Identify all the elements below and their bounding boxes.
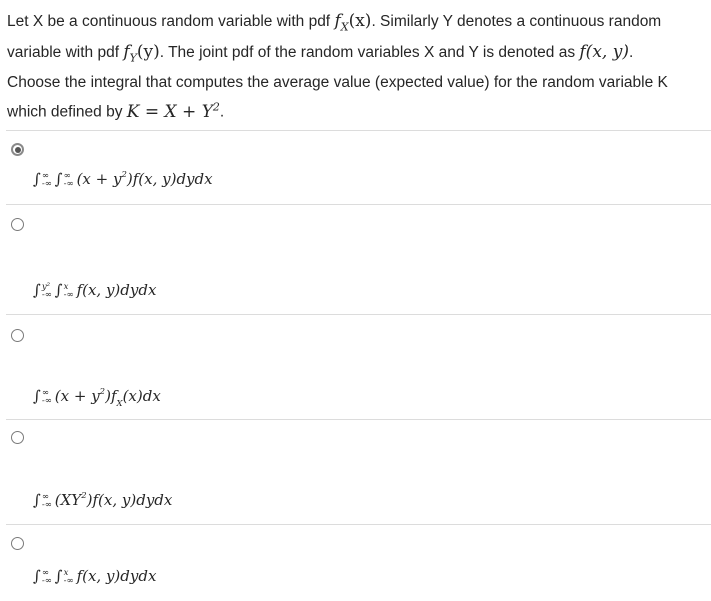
option-divider [6,130,711,131]
integral-limits: x -∞ [63,568,74,586]
integral-sign: ∫ [33,567,41,585]
question-text-segment: . [628,43,634,61]
integral-limits: ∞ -∞ [41,171,52,189]
question-text-segment: . The joint pdf of the random variables … [159,43,580,61]
integral-sign: ∫ [33,170,41,188]
joint-pdf-math: f(x, y) [579,41,629,62]
radio-button[interactable] [11,218,24,231]
radio-button[interactable] [11,329,24,342]
question-text-segment: variable with pdf [7,43,124,61]
option-2-formula: ∫ y² -∞ ∫ x -∞ f(x, y)dydx [33,281,157,300]
option-divider [6,524,711,525]
radio-button-selected[interactable] [11,143,24,156]
pdf-fy-math: fY(y) [123,41,160,65]
question-text-segment: . Similarly Y denotes a continuous rando… [371,13,662,30]
radio-button[interactable] [11,431,24,444]
integral-limits: x -∞ [63,282,74,300]
question-line-3: Choose the integral that computes the av… [7,73,668,91]
integral-limits: ∞ -∞ [41,492,52,510]
question-line-4: which defined by K = X + Y2. [7,95,707,125]
pdf-fx-math: fX(x) [334,11,372,34]
integral-limits: ∞ -∞ [63,171,74,189]
integral-limits: y² -∞ [41,282,52,300]
integral-sign: ∫ [33,281,41,299]
integral-sign: ∫ [54,567,63,585]
question-text-segment: Let X be a continuous random variable wi… [7,13,335,30]
integral-limits: ∞ -∞ [41,568,52,586]
integral-sign: ∫ [33,387,41,405]
integral-sign: ∫ [54,281,63,299]
question-text-segment: which defined by [7,103,127,121]
integral-limits: ∞ -∞ [41,388,52,406]
question-text-segment: . [219,103,225,121]
option-4-formula: ∫ ∞ -∞ (XY2)f(x, y)dydx [33,491,173,510]
question-text: Let X be a continuous random variable wi… [7,9,707,125]
integral-sign: ∫ [54,170,63,188]
option-divider [6,314,711,315]
k-definition-math: K = X + Y2 [126,100,220,122]
option-divider [6,419,711,420]
question-line-1: Let X be a continuous random variable wi… [7,9,707,40]
option-5-formula: ∫ ∞ -∞ ∫ x -∞ f(x, y)dydx [33,567,157,586]
option-1-formula: ∫ ∞ -∞ ∫ ∞ -∞ (x + y2)f(x, y)dydx [33,170,213,189]
option-3-formula: ∫ ∞ -∞ (x + y2)fX(x)dx [33,387,161,409]
integral-sign: ∫ [33,491,41,509]
radio-button[interactable] [11,537,24,550]
option-divider [6,204,711,205]
question-line-2: variable with pdf fY(y). The joint pdf o… [7,40,707,71]
